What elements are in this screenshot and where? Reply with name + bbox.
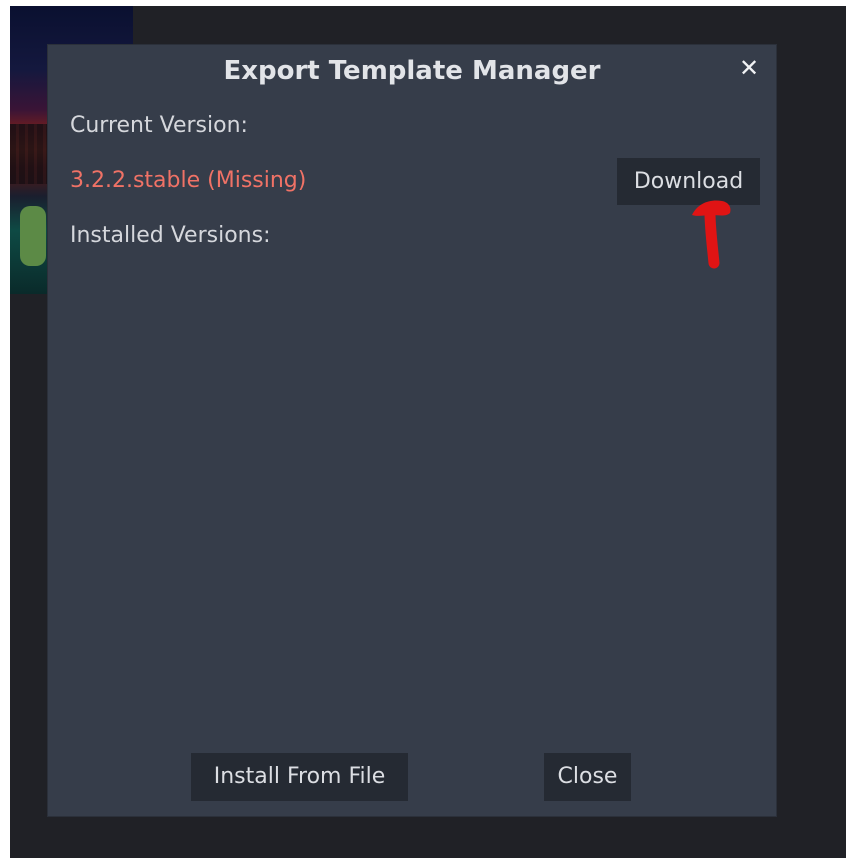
current-version-value: 3.2.2.stable (Missing) (70, 168, 307, 193)
close-icon[interactable]: ✕ (736, 55, 762, 81)
red-arrow-annotation (692, 200, 731, 269)
installed-versions-label: Installed Versions: (70, 223, 271, 248)
thumbnail-character (20, 206, 46, 266)
export-template-manager-dialog: Export Template Manager ✕ Current Versio… (48, 45, 776, 816)
dialog-title: Export Template Manager (223, 56, 601, 86)
current-version-label: Current Version: (70, 113, 248, 138)
close-button[interactable]: Close (544, 753, 631, 801)
arrow-shaft (704, 207, 720, 269)
install-from-file-button[interactable]: Install From File (191, 753, 408, 801)
